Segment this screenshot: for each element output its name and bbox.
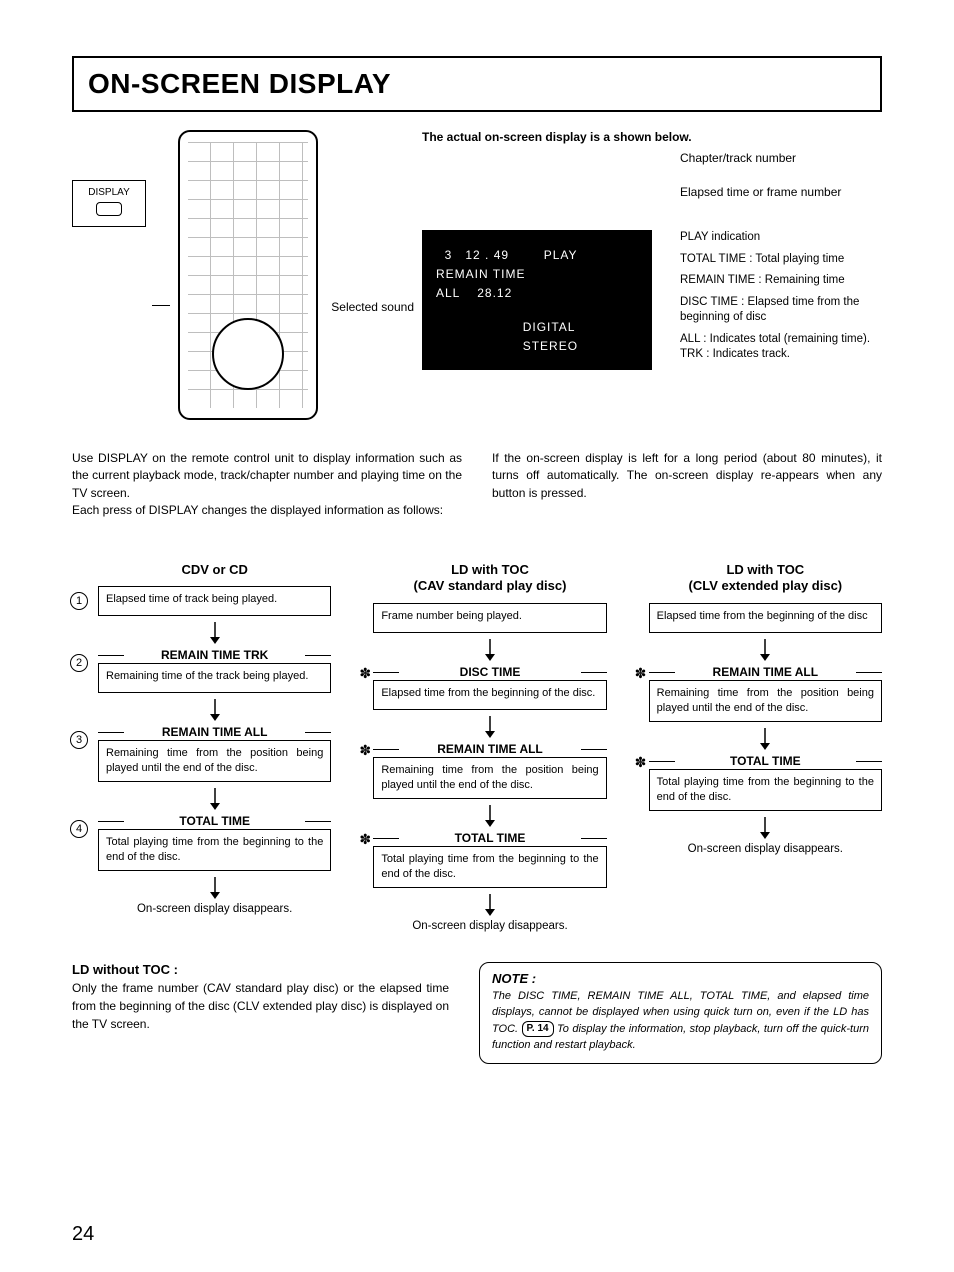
flow-label: TOTAL TIME <box>373 831 606 845</box>
leader-line <box>152 305 170 306</box>
asterisk-icon: ✽ <box>635 665 647 682</box>
flow-box: Remaining time from the position being p… <box>649 680 882 722</box>
arrow-down-icon <box>373 805 606 827</box>
section-title-box: ON-SCREEN DISPLAY <box>72 56 882 112</box>
ld-without-toc-section: LD without TOC : Only the frame number (… <box>72 962 449 1065</box>
flow-heading: LD with TOC (CLV extended play disc) <box>649 562 882 596</box>
flow-label: REMAIN TIME TRK <box>98 648 331 662</box>
arrow-down-icon <box>98 877 331 899</box>
flow-box: Total playing time from the beginning to… <box>98 829 331 871</box>
osd-all: ALL <box>436 286 460 300</box>
callout-play-indication: PLAY indication <box>680 230 880 246</box>
flow-box: Remaining time from the position being p… <box>373 757 606 799</box>
flow-box: Total playing time from the beginning to… <box>373 846 606 888</box>
step-number: 4 <box>70 820 88 838</box>
osd-play: PLAY <box>544 248 578 262</box>
flow-col-ld-cav: LD with TOC (CAV standard play disc) Fra… <box>359 562 606 932</box>
osd-caption: The actual on-screen display is a shown … <box>422 130 882 144</box>
page-number: 24 <box>72 1223 94 1246</box>
flow-col-cdv-cd: CDV or CD 1 Elapsed time of track being … <box>72 562 331 932</box>
callout-disc-time: DISC TIME : Elapsed time from the beginn… <box>680 295 880 326</box>
arrow-down-icon <box>649 817 882 839</box>
arrow-down-icon <box>373 894 606 916</box>
arrow-down-icon <box>98 622 331 644</box>
asterisk-icon: ✽ <box>635 754 647 771</box>
flow-label: REMAIN TIME ALL <box>649 665 882 679</box>
osd-screen: 3 12 . 49 PLAY REMAIN TIME ALL 28.12 DIG… <box>422 230 652 370</box>
flow-heading: CDV or CD <box>98 562 331 579</box>
flow-heading: LD with TOC (CAV standard play disc) <box>373 562 606 596</box>
flow-box: Remaining time from the position being p… <box>98 740 331 782</box>
display-button-callout: DISPLAY <box>72 180 146 227</box>
arrow-down-icon <box>373 716 606 738</box>
intro-paragraph-left: Use DISPLAY on the remote control unit t… <box>72 450 462 520</box>
arrow-down-icon <box>649 639 882 661</box>
step-number: 2 <box>70 654 88 672</box>
flow-box: Remaining time of the track being played… <box>98 663 331 693</box>
osd-time: 12 . 49 <box>465 248 509 262</box>
ld-without-toc-text: Only the frame number (CAV standard play… <box>72 979 449 1033</box>
note-heading: NOTE : <box>492 971 536 986</box>
callout-total-time: TOTAL TIME : Total playing time <box>680 252 880 268</box>
arrow-down-icon <box>373 639 606 661</box>
flow-box: Elapsed time from the beginning of the d… <box>373 680 606 710</box>
step-number: 1 <box>70 592 88 610</box>
arrow-down-icon <box>98 788 331 810</box>
display-button-icon <box>96 202 122 216</box>
callout-selected-sound: Selected sound <box>314 300 414 314</box>
asterisk-icon: ✽ <box>359 665 371 682</box>
asterisk-icon: ✽ <box>359 831 371 848</box>
osd-digital: DIGITAL <box>523 320 576 334</box>
flow-label: DISC TIME <box>373 665 606 679</box>
display-label: DISPLAY <box>81 187 137 198</box>
note-box: NOTE : The DISC TIME, REMAIN TIME ALL, T… <box>479 962 882 1065</box>
flow-end: On-screen display disappears. <box>98 903 331 915</box>
display-cycle-flowcharts: CDV or CD 1 Elapsed time of track being … <box>72 562 882 932</box>
callout-all-trk: ALL : Indicates total (remaining time). … <box>680 332 880 363</box>
section-title: ON-SCREEN DISPLAY <box>88 68 866 100</box>
flow-label: TOTAL TIME <box>98 814 331 828</box>
osd-diagram: Selected sound 3 12 . 49 PLAY REMAIN TIM… <box>422 150 882 440</box>
flow-box: Elapsed time of track being played. <box>98 586 331 616</box>
osd-all-value: 28.12 <box>477 286 512 300</box>
flow-box: Frame number being played. <box>373 603 606 633</box>
callout-elapsed: Elapsed time or frame number <box>680 184 880 200</box>
note-text: The DISC TIME, REMAIN TIME ALL, TOTAL TI… <box>492 989 869 1054</box>
page-reference-icon: P. 14 <box>522 1021 554 1038</box>
flow-box: Elapsed time from the beginning of the d… <box>649 603 882 633</box>
flow-end: On-screen display disappears. <box>649 843 882 855</box>
asterisk-icon: ✽ <box>359 742 371 759</box>
arrow-down-icon <box>649 728 882 750</box>
flow-col-ld-clv: LD with TOC (CLV extended play disc) Ela… <box>635 562 882 932</box>
flow-label: REMAIN TIME ALL <box>373 742 606 756</box>
flow-box: Total playing time from the beginning to… <box>649 769 882 811</box>
arrow-down-icon <box>98 699 331 721</box>
flow-label: TOTAL TIME <box>649 754 882 768</box>
osd-stereo: STEREO <box>523 339 578 353</box>
callout-remain-time: REMAIN TIME : Remaining time <box>680 273 880 289</box>
flow-end: On-screen display disappears. <box>373 920 606 932</box>
remote-jog-dial-icon <box>212 318 284 390</box>
flow-label: REMAIN TIME ALL <box>98 725 331 739</box>
intro-paragraph-right: If the on-screen display is left for a l… <box>492 450 882 520</box>
callout-chapter: Chapter/track number <box>680 150 880 166</box>
osd-chapter: 3 <box>445 248 453 262</box>
step-number: 3 <box>70 731 88 749</box>
remote-control-illustration <box>178 130 318 420</box>
ld-without-toc-heading: LD without TOC : <box>72 962 449 977</box>
osd-remain-label: REMAIN TIME <box>436 267 525 281</box>
